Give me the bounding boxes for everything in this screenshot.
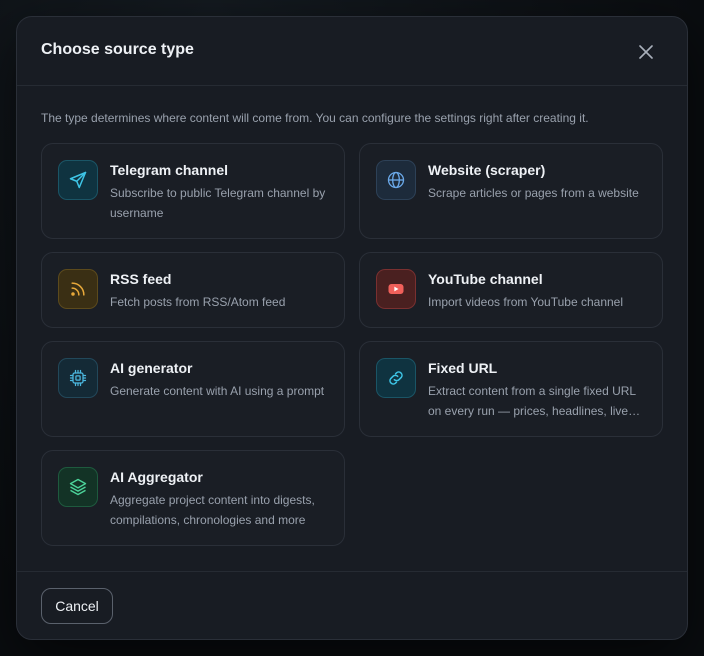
source-card-description: Aggregate project content into digests, … — [110, 493, 315, 527]
choose-source-type-dialog: Choose source type The type determines w… — [16, 16, 688, 640]
dialog-description: The type determines where content will c… — [41, 111, 589, 125]
globe-icon — [387, 171, 405, 189]
source-card-telegram[interactable]: Telegram channel Subscribe to public Tel… — [41, 143, 345, 239]
source-card-title: Fixed URL — [428, 360, 498, 376]
source-card-website[interactable]: Website (scraper) Scrape articles or pag… — [359, 143, 663, 239]
source-card-title: Website (scraper) — [428, 162, 546, 178]
source-card-title: Telegram channel — [110, 162, 229, 178]
source-card-youtube[interactable]: YouTube channel Import videos from YouTu… — [359, 252, 663, 328]
dialog-footer: Cancel — [17, 571, 687, 639]
dialog-header: Choose source type — [17, 17, 687, 86]
close-icon — [639, 45, 653, 59]
send-icon — [69, 171, 87, 189]
source-card-fixed-url[interactable]: Fixed URL Extract content from a single … — [359, 341, 663, 437]
layers-icon — [69, 478, 87, 496]
source-card-ai-generator[interactable]: AI generator Generate content with AI us… — [41, 341, 345, 437]
source-card-ai-aggregator[interactable]: AI Aggregator Aggregate project content … — [41, 450, 345, 546]
source-card-description: Scrape articles or pages from a website — [428, 186, 639, 200]
youtube-icon — [388, 284, 404, 294]
dialog-title: Choose source type — [41, 41, 194, 58]
source-card-description: Generate content with AI using a prompt — [110, 384, 325, 398]
cpu-chip-icon — [69, 369, 87, 387]
source-card-description: Extract content from a single fixed URL … — [428, 384, 641, 418]
cancel-button[interactable]: Cancel — [41, 588, 113, 624]
source-card-description: Import videos from YouTube channel — [428, 295, 624, 309]
source-card-title: AI generator — [110, 360, 193, 376]
rss-icon — [71, 282, 85, 296]
source-card-title: YouTube channel — [428, 271, 543, 287]
link-icon — [389, 371, 403, 385]
source-card-description: Subscribe to public Telegram channel by … — [110, 186, 326, 220]
source-card-title: RSS feed — [110, 271, 172, 287]
close-button[interactable] — [635, 41, 657, 63]
source-card-title: AI Aggregator — [110, 469, 203, 485]
source-card-rss[interactable]: RSS feed Fetch posts from RSS/Atom feed — [41, 252, 345, 328]
source-card-description: Fetch posts from RSS/Atom feed — [110, 295, 286, 309]
